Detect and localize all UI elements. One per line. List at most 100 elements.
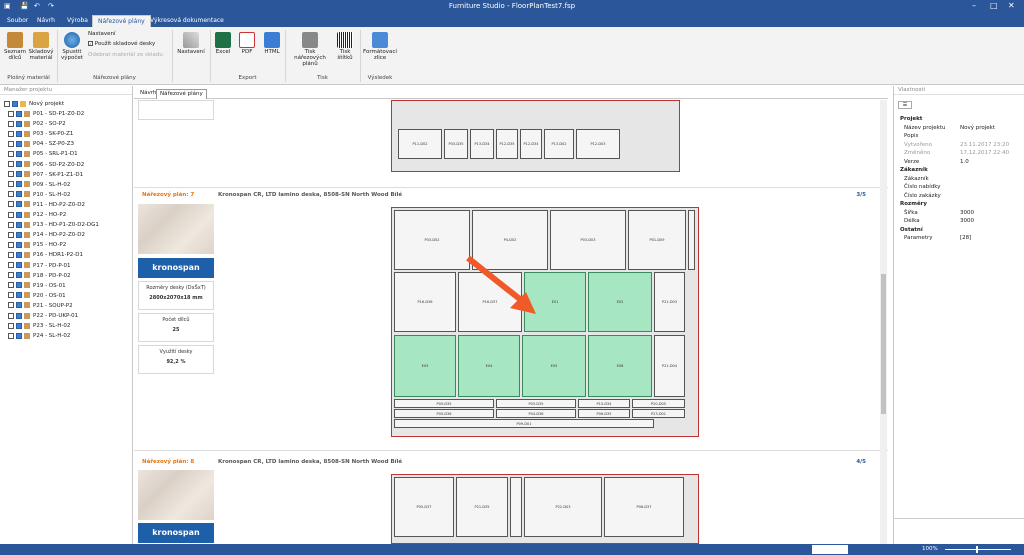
board-part[interactable]: P03-D35: [444, 129, 468, 159]
highlighted-part[interactable]: E05: [522, 335, 586, 397]
expand-icon[interactable]: [8, 332, 14, 339]
tree-item[interactable]: P15 - HO-P2: [8, 241, 66, 250]
board-part[interactable]: P09-D01: [394, 419, 654, 428]
highlighted-part[interactable]: E02: [588, 272, 652, 332]
expand-icon[interactable]: [8, 241, 14, 248]
tree-item[interactable]: P24 - SL-H-02: [8, 332, 70, 341]
expand-icon[interactable]: [8, 201, 14, 208]
tree-item[interactable]: P23 - SL-H-02: [8, 322, 70, 331]
board-part[interactable]: P13-D02: [544, 129, 574, 159]
tree-root[interactable]: Nový projekt: [4, 100, 64, 109]
tree-item[interactable]: P01 - SD-P1-Z0-D2: [8, 110, 84, 119]
pouzit-skladove-checkbox[interactable]: ✓ Použít skladové desky: [88, 41, 155, 47]
tab-vykresova-dokumentace[interactable]: Výkresová dokumentace: [145, 15, 229, 27]
nastaveni-button[interactable]: Nastavení: [177, 32, 205, 55]
tree-item[interactable]: P19 - OS-01: [8, 282, 66, 291]
expand-icon[interactable]: [8, 181, 14, 188]
scrollbar-thumb[interactable]: [881, 274, 886, 414]
tree-item[interactable]: P10 - SL-H-02: [8, 191, 70, 200]
tree-item[interactable]: P16 - HDR1-P2-D1: [8, 251, 83, 260]
tree-item[interactable]: P07 - SK-P1-Z1-D1: [8, 171, 83, 180]
checkbox-icon[interactable]: [16, 332, 22, 339]
board-part[interactable]: P16-D36: [394, 272, 456, 332]
board-part[interactable]: P06-D37: [604, 477, 684, 537]
expand-icon[interactable]: [8, 302, 14, 309]
checkbox-icon[interactable]: [16, 262, 22, 268]
expand-icon[interactable]: [8, 120, 14, 127]
skladovy-material-button[interactable]: Skladový materiál: [28, 32, 54, 61]
property-value[interactable]: Nový projekt: [960, 125, 995, 131]
property-value[interactable]: 23.11.2017 23:20: [960, 142, 1009, 148]
board-part[interactable]: P15-D34: [578, 399, 630, 408]
board-part[interactable]: P12-D34: [520, 129, 542, 159]
checkbox-icon[interactable]: [12, 100, 18, 107]
zoom-slider-handle[interactable]: [976, 546, 978, 553]
board-part[interactable]: P21-D03: [654, 272, 685, 332]
tree-item[interactable]: P13 - HD-P1-Z0-D2-DG1: [8, 221, 99, 230]
property-value[interactable]: 1.0: [960, 159, 969, 165]
property-value[interactable]: 17.12.2017 22:40: [960, 150, 1009, 156]
tab-soubor[interactable]: Soubor: [2, 15, 33, 27]
board-part[interactable]: P04-D36: [496, 409, 576, 418]
checkbox-icon[interactable]: [16, 140, 22, 147]
expand-icon[interactable]: [8, 211, 14, 218]
tree-item[interactable]: P17 - PD-P-01: [8, 262, 71, 271]
odebrat-material-button[interactable]: Odebrat materiál ze skladu: [88, 52, 163, 58]
expand-icon[interactable]: [8, 161, 14, 167]
vertical-scrollbar[interactable]: [880, 100, 887, 544]
spustit-vypocet-button[interactable]: Spustit výpočet: [59, 32, 85, 61]
html-button[interactable]: HTML: [262, 32, 282, 55]
minimize-icon[interactable]: –: [972, 1, 976, 10]
board-part[interactable]: P13-D34: [470, 129, 494, 159]
expand-icon[interactable]: [8, 282, 14, 289]
checkbox-icon[interactable]: [16, 322, 22, 329]
tree-item[interactable]: P02 - SO-P2: [8, 120, 66, 129]
tab-narezove-plany[interactable]: Nářezové plány: [92, 15, 151, 27]
board-part[interactable]: P23-D01: [632, 409, 685, 418]
tree-item[interactable]: P20 - OS-01: [8, 292, 66, 301]
tree-item[interactable]: P22 - PD-UKP-01: [8, 312, 78, 321]
doc-tab-narezove-plany[interactable]: Nářezové plány: [156, 89, 207, 99]
expand-icon[interactable]: [8, 312, 14, 319]
expand-icon[interactable]: [8, 221, 14, 228]
checkbox-icon[interactable]: [16, 181, 22, 188]
expand-icon[interactable]: [8, 130, 14, 137]
tab-navrh[interactable]: Návrh: [32, 15, 60, 27]
excel-button[interactable]: Excel: [214, 32, 232, 55]
checkbox-icon[interactable]: [16, 161, 22, 167]
checkbox-icon[interactable]: [16, 130, 22, 137]
checkbox-icon[interactable]: [16, 231, 22, 238]
board-part[interactable]: P06-D35: [578, 409, 630, 418]
formatovaci-zlice-button[interactable]: Formátovací zlice: [363, 32, 397, 61]
board-part[interactable]: P11-D02: [398, 129, 442, 159]
board-part[interactable]: P03-D03: [550, 210, 626, 270]
highlighted-part[interactable]: E06: [588, 335, 652, 397]
tisk-stitku-button[interactable]: Tisk štítků: [334, 32, 356, 61]
seznam-dilcu-button[interactable]: Seznam dílců: [3, 32, 27, 61]
board-part[interactable]: P12-D35: [496, 129, 518, 159]
board-part[interactable]: P20-D05: [632, 399, 685, 408]
property-value[interactable]: [28]: [960, 235, 971, 241]
property-value[interactable]: 3000: [960, 218, 974, 224]
board-part[interactable]: P03-D02: [394, 210, 470, 270]
expand-icon[interactable]: [8, 171, 14, 178]
checkbox-icon[interactable]: [16, 282, 22, 289]
tree-item[interactable]: P11 - HD-P2-Z0-D2: [8, 201, 85, 210]
checkbox-icon[interactable]: [16, 302, 22, 309]
board-part[interactable]: [688, 210, 695, 270]
board-part[interactable]: P21-D35: [456, 477, 508, 537]
property-value[interactable]: 3000: [960, 210, 974, 216]
tree-item[interactable]: P21 - SOUP-P2: [8, 302, 73, 311]
expand-icon[interactable]: [8, 231, 14, 238]
checkbox-icon[interactable]: [16, 312, 22, 319]
tree-item[interactable]: P12 - HO-P2: [8, 211, 66, 220]
tree-item[interactable]: P04 - SZ-P0-Z3: [8, 140, 74, 149]
tisk-narezovych-planu-button[interactable]: Tisk nářezových plánů: [288, 32, 332, 67]
checkbox-icon[interactable]: [16, 201, 22, 208]
tree-item[interactable]: P03 - SK-P0-Z1: [8, 130, 73, 139]
expand-icon[interactable]: [8, 322, 14, 329]
tree-item[interactable]: P18 - PD-P-02: [8, 272, 71, 281]
tree-item[interactable]: P09 - SL-H-02: [8, 181, 70, 190]
board-part[interactable]: P05-D37: [394, 477, 454, 537]
zoom-slider[interactable]: [945, 549, 1011, 550]
